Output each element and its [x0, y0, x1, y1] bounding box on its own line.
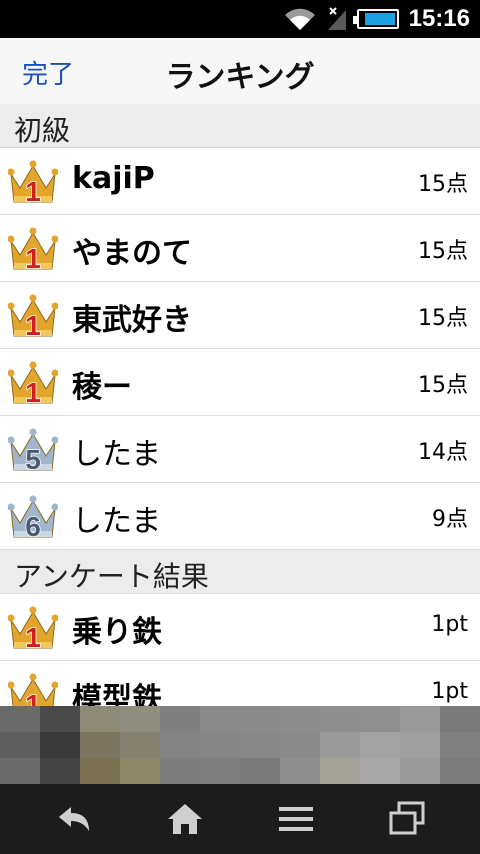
ad-pixel [200, 732, 240, 758]
ad-pixel [440, 758, 480, 784]
ranking-row[interactable]: 5 したま 14点 [0, 416, 480, 483]
title-bar: 完了 ランキング [0, 38, 480, 105]
wifi-icon [284, 8, 315, 30]
ranking-row[interactable]: 1 東武好き 15点 [0, 282, 480, 349]
ranking-name: 乗り鉄 [72, 615, 162, 650]
ranking-row[interactable]: 1 kajiP 15点 [0, 148, 480, 215]
ad-pixel [80, 706, 120, 732]
page-title: ランキング [165, 60, 315, 95]
ranking-score: 1pt [431, 612, 468, 637]
ranking-name: kajiP [72, 161, 155, 196]
ad-pixel [280, 706, 320, 732]
ad-pixel [160, 732, 200, 758]
battery-icon [352, 9, 399, 29]
ranking-row[interactable]: 1 乗り鉄 1pt [0, 594, 480, 661]
ad-pixel [280, 758, 320, 784]
ad-pixel [0, 706, 40, 732]
ad-pixel [400, 706, 440, 732]
ad-pixel [320, 706, 360, 732]
ranking-score: 1pt [431, 679, 468, 704]
silver-crown-icon: 5 [8, 428, 58, 474]
silver-crown-icon: 6 [8, 495, 58, 541]
ad-pixel [240, 706, 280, 732]
ranking-score: 9点 [432, 507, 468, 532]
ad-pixel [280, 732, 320, 758]
ad-pixel [160, 706, 200, 732]
ranking-name: 稜ー [72, 370, 132, 405]
home-icon[interactable] [165, 799, 205, 839]
gold-crown-icon: 1 [8, 606, 58, 652]
section-title: アンケート結果 [14, 560, 209, 593]
no-signal-icon [327, 7, 346, 30]
ad-pixel [240, 758, 280, 784]
section-header: アンケート結果 [0, 550, 480, 594]
ad-pixel [360, 758, 400, 784]
crown-rank-number: 6 [25, 511, 41, 541]
ad-pixel [0, 732, 40, 758]
ranking-score: 14点 [418, 440, 468, 465]
ad-pixel [160, 758, 200, 784]
crown-rank-number: 5 [25, 444, 41, 474]
ranking-score: 15点 [418, 306, 468, 331]
ranking-name: やまのて [72, 236, 192, 271]
ad-pixel [400, 732, 440, 758]
gold-crown-icon: 1 [8, 294, 58, 340]
ranking-row[interactable]: 1 やまのて 15点 [0, 215, 480, 282]
status-time: 15:16 [408, 5, 470, 32]
ad-pixel [40, 732, 80, 758]
ad-pixel [0, 758, 40, 784]
ad-pixel [40, 706, 80, 732]
back-arrow-icon[interactable] [55, 799, 95, 839]
ad-pixel [440, 706, 480, 732]
ranking-row[interactable]: 1 稜ー 15点 [0, 349, 480, 416]
ad-pixel [80, 732, 120, 758]
gold-crown-icon: 1 [8, 361, 58, 407]
ad-pixel [40, 758, 80, 784]
ranking-score: 15点 [418, 172, 468, 197]
ad-pixel [200, 706, 240, 732]
ad-pixel [360, 732, 400, 758]
navigation-bar [0, 784, 480, 854]
section-header: 初級 [0, 104, 480, 148]
ranking-score: 15点 [418, 239, 468, 264]
menu-icon[interactable] [276, 799, 316, 839]
ad-pixel [80, 758, 120, 784]
ad-pixel [200, 758, 240, 784]
ad-pixel [240, 732, 280, 758]
gold-crown-icon: 1 [8, 160, 58, 206]
crown-rank-number: 1 [25, 310, 41, 340]
ranking-name: したま [72, 504, 162, 539]
ad-pixel [120, 706, 160, 732]
crown-rank-number: 1 [25, 622, 41, 652]
crown-rank-number: 1 [25, 377, 41, 407]
ad-pixel [120, 758, 160, 784]
ad-pixel [320, 758, 360, 784]
ad-pixel [120, 732, 160, 758]
ranking-name: 東武好き [72, 303, 192, 338]
ad-pixel [400, 758, 440, 784]
crown-rank-number: 1 [25, 243, 41, 273]
ad-pixel [440, 732, 480, 758]
section-title: 初級 [14, 114, 71, 147]
ad-banner[interactable] [0, 706, 480, 784]
ad-pixel [360, 706, 400, 732]
status-icons: 15:16 [283, 0, 470, 38]
ranking-name: したま [72, 437, 162, 472]
ad-pixel [320, 732, 360, 758]
ranking-row[interactable]: 6 したま 9点 [0, 483, 480, 550]
gold-crown-icon: 1 [8, 227, 58, 273]
ranking-score: 15点 [418, 373, 468, 398]
status-bar: 15:16 [0, 0, 480, 38]
crown-rank-number: 1 [25, 176, 41, 206]
recent-apps-icon[interactable] [387, 799, 427, 839]
